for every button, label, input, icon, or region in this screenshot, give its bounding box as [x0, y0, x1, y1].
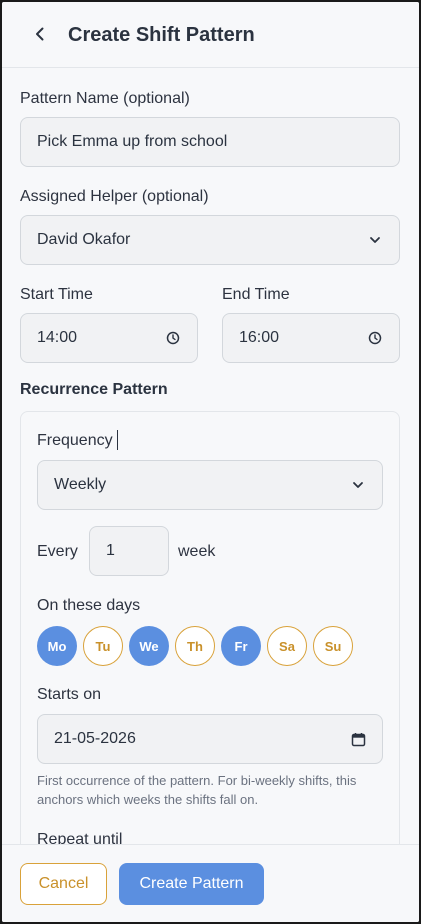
recurrence-title: Recurrence Pattern — [20, 381, 168, 398]
helper-label: Assigned Helper (optional) — [20, 188, 209, 205]
frequency-select[interactable]: Weekly — [37, 460, 383, 510]
create-pattern-button[interactable]: Create Pattern — [119, 863, 264, 905]
day-toggle-sa[interactable]: Sa — [267, 626, 307, 666]
frequency-label: Frequency — [37, 432, 113, 449]
back-button[interactable] — [28, 22, 52, 46]
start-time-value: 14:00 — [37, 329, 78, 346]
header: Create Shift Pattern — [2, 2, 419, 68]
pattern-name-label: Pattern Name (optional) — [20, 90, 190, 107]
day-toggle-we[interactable]: We — [129, 626, 169, 666]
text-caret — [117, 430, 118, 450]
clock-icon[interactable] — [165, 330, 181, 346]
starts-on-label: Starts on — [37, 686, 102, 703]
end-time-input[interactable]: 16:00 — [222, 313, 400, 363]
day-label: Mo — [47, 638, 67, 654]
interval-input[interactable]: 1 — [89, 526, 169, 576]
end-time-value: 16:00 — [239, 329, 280, 346]
starts-on-value: 21-05-2026 — [54, 730, 136, 747]
cancel-button[interactable]: Cancel — [20, 863, 107, 905]
day-label: Tu — [95, 638, 111, 654]
day-toggle-tu[interactable]: Tu — [83, 626, 123, 666]
footer-actions: Cancel Create Pattern — [2, 844, 419, 922]
every-label: Every — [37, 543, 78, 560]
pattern-name-value: Pick Emma up from school — [37, 133, 228, 150]
starts-on-input[interactable]: 21-05-2026 — [37, 714, 383, 764]
helper-select[interactable]: David Okafor — [20, 215, 400, 265]
starts-on-hint: First occurrence of the pattern. For bi-… — [37, 773, 357, 807]
day-label: We — [139, 638, 159, 654]
interval-unit-label: week — [178, 543, 216, 560]
pattern-name-input[interactable]: Pick Emma up from school — [20, 117, 400, 167]
day-toggle-th[interactable]: Th — [175, 626, 215, 666]
day-toggle-su[interactable]: Su — [313, 626, 353, 666]
interval-value: 1 — [106, 542, 115, 559]
day-label: Su — [324, 638, 342, 654]
day-label: Fr — [234, 638, 248, 654]
frequency-value: Weekly — [54, 476, 107, 493]
days-label: On these days — [37, 597, 141, 614]
chevron-down-icon — [367, 232, 383, 248]
helper-value: David Okafor — [37, 231, 131, 248]
calendar-icon[interactable] — [350, 731, 366, 747]
day-label: Sa — [279, 638, 295, 654]
clock-icon[interactable] — [367, 330, 383, 346]
day-toggle-fr[interactable]: Fr — [221, 626, 261, 666]
end-time-label: End Time — [222, 286, 290, 303]
start-time-input[interactable]: 14:00 — [20, 313, 198, 363]
day-toggle-mo[interactable]: Mo — [37, 626, 77, 666]
day-label: Th — [187, 638, 203, 654]
chevron-left-icon — [36, 27, 44, 41]
page-title: Create Shift Pattern — [68, 24, 255, 46]
create-shift-pattern-screen: Create Shift Pattern Pattern Name (optio… — [2, 2, 419, 922]
start-time-label: Start Time — [20, 286, 93, 303]
chevron-down-icon — [350, 477, 366, 493]
